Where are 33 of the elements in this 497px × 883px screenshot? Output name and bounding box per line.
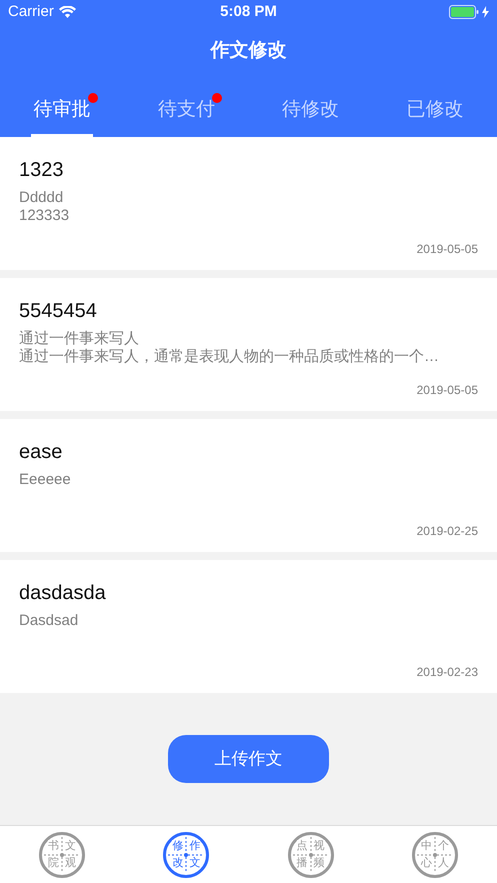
essay-date: 2019-02-25 — [416, 523, 478, 540]
seal-tab-icon[interactable]: 修 作 改 文 — [163, 832, 210, 878]
charging-icon — [482, 6, 489, 18]
essay-excerpt: 通过一件事来写人 — [19, 330, 139, 348]
essay-date: 2019-05-05 — [416, 382, 478, 399]
battery-icon — [449, 5, 479, 19]
essay-card[interactable]: dasdasda Dasdsad 2019-02-23 — [0, 560, 497, 693]
essay-date: 2019-02-23 — [416, 664, 478, 681]
essay-excerpt: 123333 — [19, 207, 70, 225]
essay-title: dasdasda — [19, 581, 106, 606]
wifi-icon — [58, 6, 76, 18]
essay-card[interactable]: ease Eeeeee 2019-02-25 — [0, 419, 497, 552]
tab[interactable]: 待修改 — [282, 96, 340, 124]
essay-title: 1323 — [19, 158, 64, 183]
essay-excerpt: Ddddd — [19, 189, 64, 207]
essay-title: ease — [19, 440, 62, 465]
upload-essay-button[interactable]: 上传作文 — [168, 735, 329, 783]
essay-excerpt: 通过一件事来写人，通常是表现人物的一种品质或性格的一个… — [19, 348, 439, 366]
essay-date: 2019-05-05 — [416, 241, 478, 258]
tab[interactable]: 待支付 — [158, 96, 215, 124]
essay-card[interactable]: 1323 Ddddd 123333 2019-05-05 — [0, 137, 497, 270]
essay-excerpt: Dasdsad — [19, 612, 78, 630]
seal-tab-icon[interactable]: 点 视 播 频 — [288, 832, 334, 878]
page-title: 作文修改 — [210, 38, 286, 63]
essay-excerpt: Eeeeee — [19, 471, 71, 489]
seal-tab-icon[interactable]: 书 文 院 观 — [39, 832, 86, 878]
essay-title: 5545454 — [19, 299, 97, 324]
tab[interactable]: 待审批 — [34, 96, 91, 124]
seal-tab-icon[interactable]: 中 个 心 人 — [412, 832, 458, 878]
clock-time: 5:08 PM — [220, 2, 277, 22]
carrier-text: Carrier — [8, 2, 54, 22]
essay-card[interactable]: 5545454 通过一件事来写人 通过一件事来写人，通常是表现人物的一种品质或性格的一个… 2019-05-05 — [0, 278, 497, 411]
tab[interactable]: 已修改 — [406, 96, 464, 124]
